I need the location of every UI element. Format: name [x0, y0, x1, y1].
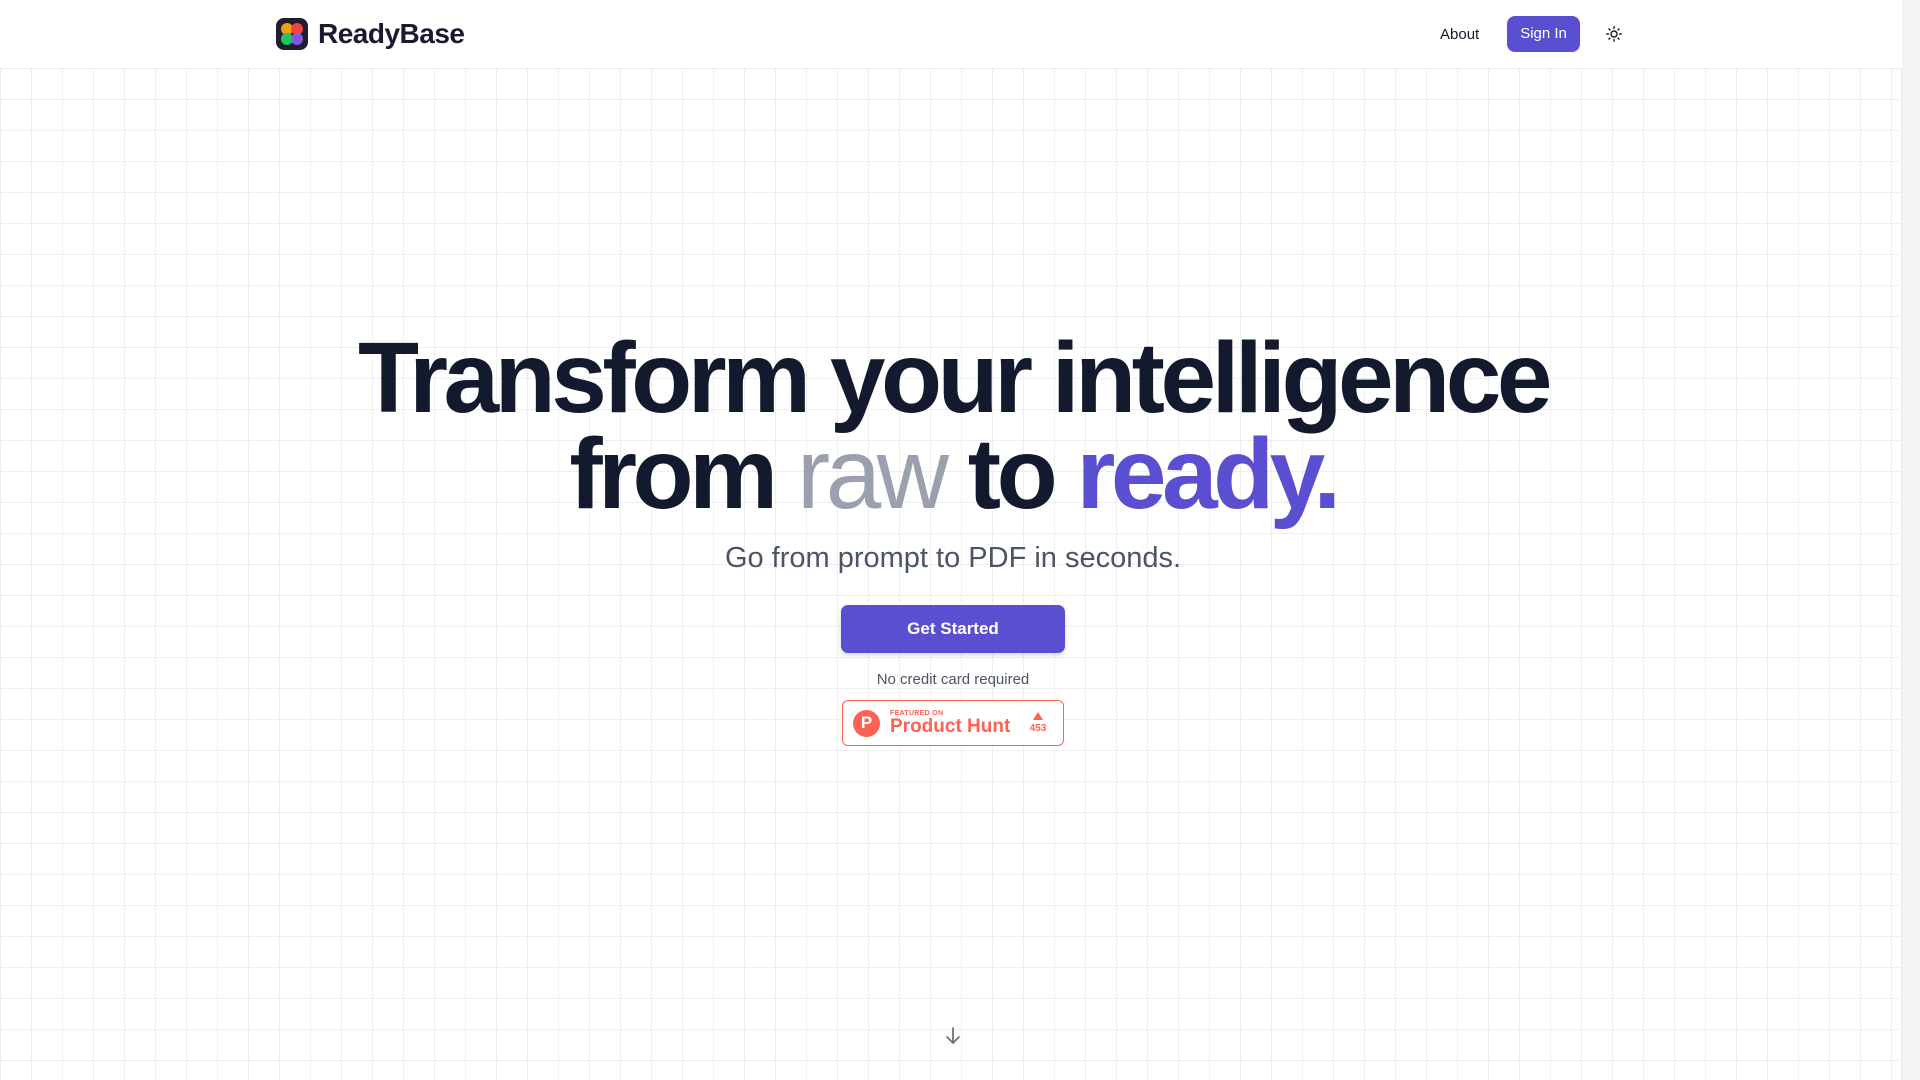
- headline-word-from: from: [569, 418, 778, 530]
- upvote-arrow-icon: [1033, 712, 1043, 720]
- headline-word-to: to: [967, 418, 1058, 530]
- product-hunt-logo-icon: P: [853, 709, 880, 737]
- product-hunt-badge[interactable]: P FEATURED ON Product Hunt 453: [842, 700, 1064, 746]
- headline-word-raw: raw: [796, 418, 949, 530]
- headline-line-1: Transform your intelligence: [358, 322, 1552, 434]
- sun-icon[interactable]: [1602, 22, 1626, 46]
- brand-name: ReadyBase: [318, 18, 465, 49]
- arrow-down-icon[interactable]: [943, 1025, 963, 1047]
- brand[interactable]: ReadyBase: [276, 18, 465, 50]
- four-petal-logo-icon: [276, 18, 308, 50]
- sign-in-button[interactable]: Sign In: [1507, 16, 1580, 52]
- product-hunt-name: Product Hunt: [890, 715, 1011, 737]
- nav-actions: About Sign In: [1440, 16, 1626, 52]
- landing-page: ReadyBase About Sign In Transform your i…: [0, 0, 1920, 1080]
- no-credit-card-note: No credit card required: [876, 671, 1030, 688]
- about-link[interactable]: About: [1440, 26, 1479, 43]
- upvote-count: 453: [1029, 723, 1047, 734]
- headline-word-ready: ready.: [1076, 418, 1341, 530]
- hero-subheading: Go from prompt to PDF in seconds.: [724, 542, 1182, 574]
- product-hunt-text: FEATURED ON Product Hunt: [890, 710, 1023, 737]
- upvote-counter: 453: [1023, 712, 1053, 734]
- get-started-button[interactable]: Get Started: [841, 605, 1065, 653]
- hero-section: Transform your intelligence from raw to …: [0, 328, 1906, 746]
- top-navbar: ReadyBase About Sign In: [0, 0, 1902, 69]
- hero-headline: Transform your intelligence from raw to …: [0, 328, 1906, 524]
